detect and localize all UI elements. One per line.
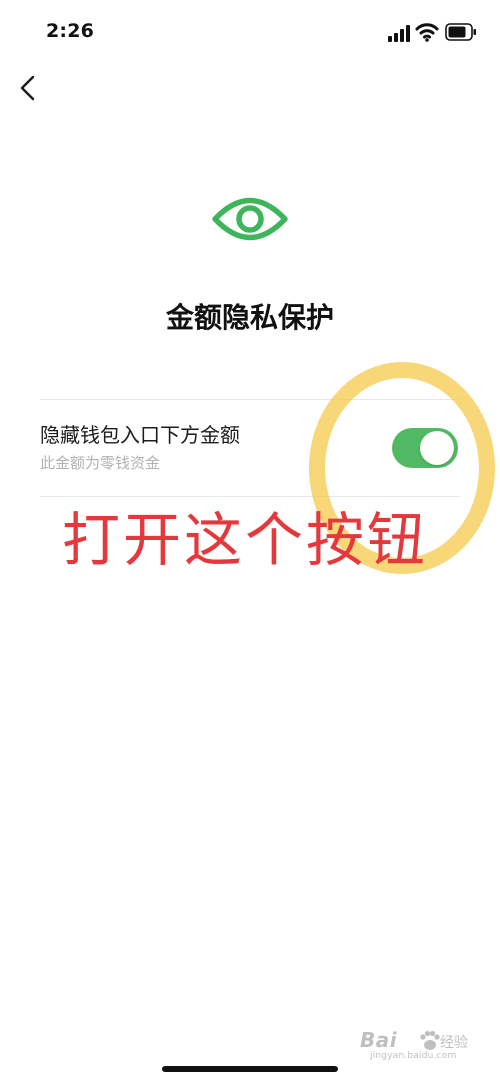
status-time: 2:26 [46, 20, 95, 42]
back-chevron-icon [20, 75, 35, 101]
wifi-icon [415, 22, 439, 42]
watermark-brand: Bai [360, 1028, 398, 1052]
home-indicator[interactable] [162, 1066, 338, 1072]
setting-row-hide-amount: 隐藏钱包入口下方金额 此金额为零钱资金 [40, 400, 460, 496]
setting-description: 此金额为零钱资金 [40, 454, 161, 472]
signal-icon [388, 24, 412, 42]
watermark-url: jingyan.baidu.com [370, 1051, 457, 1061]
battery-icon [445, 23, 477, 41]
paw-icon [418, 1030, 440, 1052]
watermark: Bai 经验 jingyan.baidu.com [360, 1028, 486, 1064]
eye-icon [211, 190, 289, 248]
status-bar: 2:26 [0, 0, 500, 64]
hide-amount-toggle[interactable] [392, 428, 458, 468]
divider-bottom [40, 496, 460, 497]
watermark-cn: 经验 [440, 1035, 468, 1051]
page-title: 金额隐私保护 [165, 301, 334, 334]
toggle-knob [420, 431, 454, 465]
annotation-text: 打开这个按钮 [62, 506, 429, 574]
setting-label: 隐藏钱包入口下方金额 [40, 423, 240, 447]
back-button[interactable] [14, 72, 46, 106]
